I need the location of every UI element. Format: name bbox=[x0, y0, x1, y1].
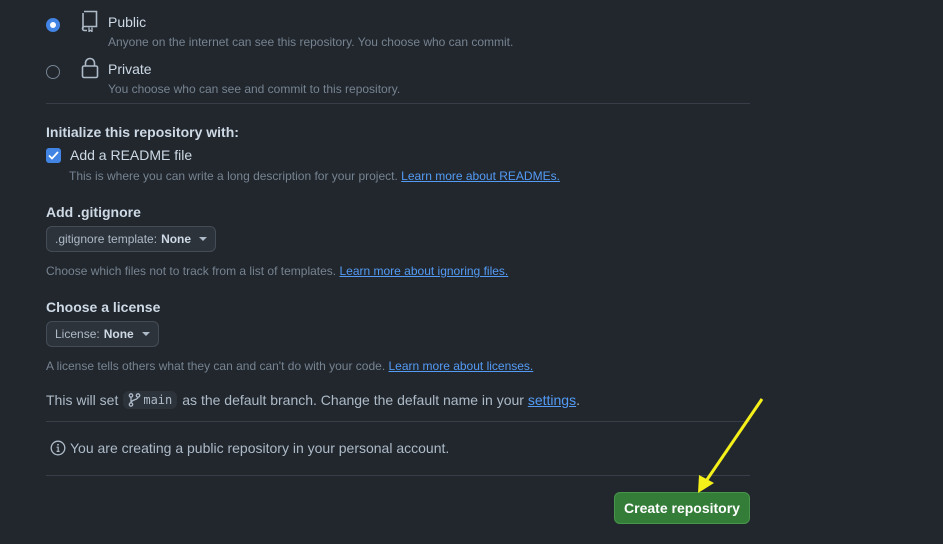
branch-prefix: This will set bbox=[46, 392, 119, 408]
public-radio[interactable] bbox=[46, 18, 60, 32]
divider bbox=[46, 475, 750, 476]
private-radio[interactable] bbox=[46, 65, 60, 79]
new-repository-form: Public Anyone on the internet can see th… bbox=[0, 0, 943, 544]
private-description: You choose who can see and commit to thi… bbox=[108, 82, 401, 96]
readme-checkbox-row[interactable]: Add a README file bbox=[46, 147, 192, 163]
lock-icon bbox=[80, 57, 100, 79]
readme-learn-more-link[interactable]: Learn more about READMEs. bbox=[401, 169, 560, 183]
chevron-down-icon bbox=[141, 332, 150, 336]
gitignore-heading: Add .gitignore bbox=[46, 204, 141, 220]
info-icon bbox=[50, 440, 66, 456]
gitignore-note: Choose which files not to track from a l… bbox=[46, 264, 508, 278]
license-note: A license tells others what they can and… bbox=[46, 359, 533, 373]
repo-icon bbox=[80, 10, 100, 32]
license-select-value: None bbox=[103, 327, 134, 341]
private-title: Private bbox=[108, 61, 152, 77]
branch-end: . bbox=[576, 392, 580, 408]
info-message: You are creating a public repository in … bbox=[50, 440, 449, 456]
readme-checkbox[interactable] bbox=[46, 147, 61, 163]
visibility-option-private[interactable]: Private You choose who can see and commi… bbox=[46, 57, 401, 96]
license-learn-more-link[interactable]: Learn more about licenses. bbox=[389, 359, 534, 373]
checkmark-icon bbox=[48, 150, 59, 160]
readme-note: This is where you can write a long descr… bbox=[69, 169, 560, 183]
info-text: You are creating a public repository in … bbox=[70, 440, 450, 456]
license-heading: Choose a license bbox=[46, 299, 161, 315]
branch-name: main bbox=[143, 393, 173, 407]
gitignore-note-text: Choose which files not to track from a l… bbox=[46, 264, 337, 278]
readme-note-text: This is where you can write a long descr… bbox=[69, 169, 398, 183]
initialize-heading: Initialize this repository with: bbox=[46, 124, 239, 140]
visibility-option-public[interactable]: Public Anyone on the internet can see th… bbox=[46, 10, 514, 49]
branch-suffix: as the default branch. Change the defaul… bbox=[182, 392, 524, 408]
divider bbox=[46, 421, 750, 422]
gitignore-select-value: None bbox=[161, 232, 192, 246]
gitignore-template-select[interactable]: .gitignore template: None bbox=[46, 226, 217, 252]
branch-name-pill: main bbox=[123, 391, 178, 409]
public-description: Anyone on the internet can see this repo… bbox=[108, 35, 514, 49]
annotation-arrow-icon bbox=[698, 398, 764, 493]
settings-link[interactable]: settings bbox=[528, 392, 576, 408]
divider bbox=[46, 103, 750, 104]
gitignore-learn-more-link[interactable]: Learn more about ignoring files. bbox=[339, 264, 508, 278]
chevron-down-icon bbox=[199, 237, 208, 241]
git-branch-icon bbox=[129, 393, 141, 407]
default-branch-text: This will set main as the default branch… bbox=[46, 391, 580, 409]
license-note-text: A license tells others what they can and… bbox=[46, 359, 386, 373]
create-repository-button[interactable]: Create repository bbox=[614, 492, 750, 524]
public-title: Public bbox=[108, 14, 147, 30]
readme-label: Add a README file bbox=[70, 147, 193, 163]
license-select[interactable]: License: None bbox=[46, 321, 159, 347]
license-select-label: License: bbox=[55, 327, 100, 341]
gitignore-select-label: .gitignore template: bbox=[55, 232, 158, 246]
